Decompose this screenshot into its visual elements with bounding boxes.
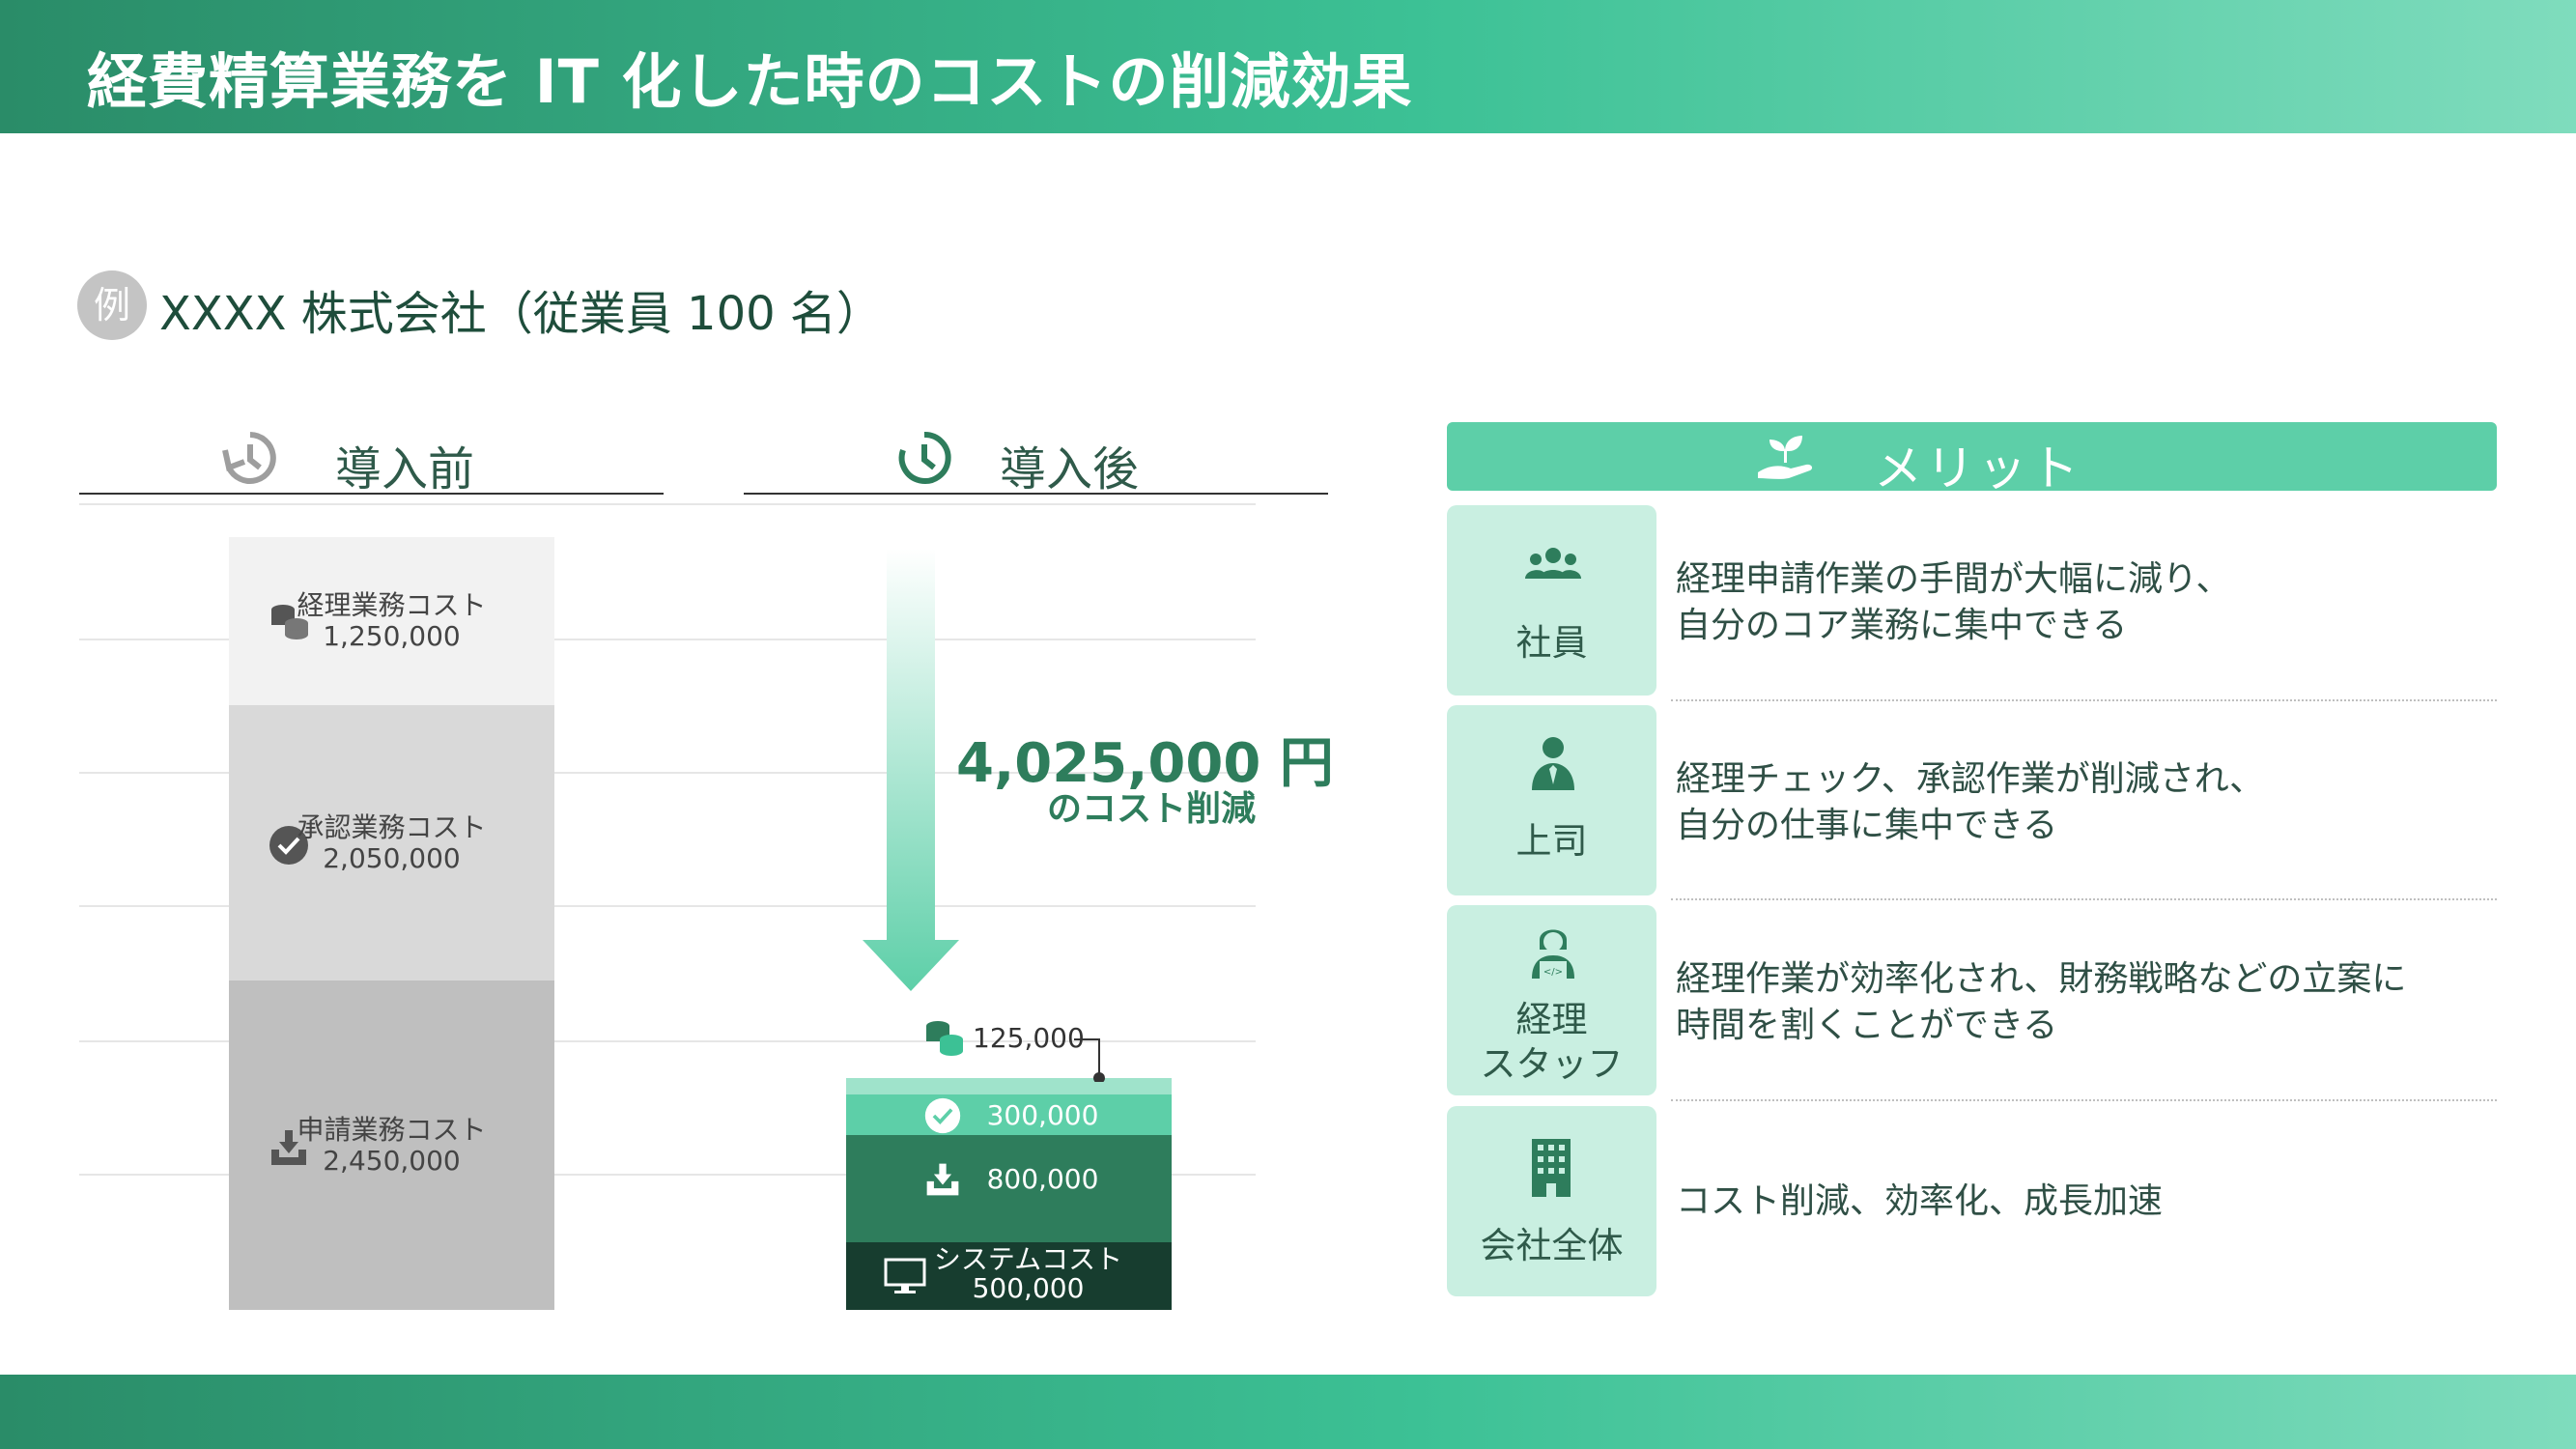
hand-sprout-icon [1758,436,1813,479]
manager-icon [1532,737,1574,790]
coins-icon [926,1021,963,1056]
merit-who: 会社全体 [1480,1225,1624,1266]
merit-card-accounting-staff: </> 経理 スタッフ [1447,905,1656,1095]
segment-value: 2,450,000 [323,1144,461,1177]
group-icon [1525,548,1581,579]
before-segment-accounting: 経理業務コスト 1,250,000 [229,537,554,705]
segment-name: 申請業務コスト [297,1113,487,1146]
segment-value: 500,000 [972,1272,1085,1305]
merit-text-line: 自分のコア業務に集中できる [1676,606,2128,645]
segment-name: 承認業務コスト [297,810,487,843]
after-segment-approval: 300,000 [846,1094,1172,1136]
before-segment-application: 申請業務コスト 2,450,000 [229,980,554,1310]
after-segment-system: システムコスト 500,000 [846,1242,1172,1310]
merit-header-label: メリット [1874,440,2082,497]
merit-who-line: 経理 [1515,999,1588,1040]
segment-label: 承認業務コスト 2,050,000 [229,810,554,874]
merit-text-line: 経理申請作業の手間が大幅に減り、 [1676,559,2231,599]
building-icon [1532,1139,1571,1197]
merit-text: 経理作業が効率化され、財務戦略などの立案に 時間を割くことができる [1676,956,2406,1049]
merit-text: コスト削減、効率化、成長加速 [1676,1179,2163,1225]
reduction-caption: のコスト削減 [1046,789,1256,829]
merit-text-line: 時間を割くことができる [1676,1006,2058,1045]
segment-label: 経理業務コスト 1,250,000 [229,588,554,652]
merit-text-line: 経理チェック、承認作業が削減され、 [1676,759,2265,799]
merit-text-line: 経理作業が効率化され、財務戦略などの立案に [1676,959,2407,999]
merit-text: 経理チェック、承認作業が削減され、 自分の仕事に集中できる [1676,756,2264,849]
merit-divider [1671,699,2497,701]
reduction-arrow [863,549,959,991]
before-segment-approval: 承認業務コスト 2,050,000 [229,704,554,981]
merit-who: 上司 [1515,820,1588,862]
segment-name: システムコスト [933,1243,1123,1276]
segment-label: システムコスト 500,000 [865,1245,1191,1303]
segment-value: 800,000 [986,1163,1099,1196]
svg-text:</>: </> [1543,967,1563,978]
clock-icon [898,431,951,484]
segment-label: 申請業務コスト 2,450,000 [229,1113,554,1177]
merit-card-company: 会社全体 [1447,1106,1656,1296]
callout-value: 125,000 [973,1022,1085,1054]
page-title: 経費精算業務を IT 化した時のコストの削減効果 [87,46,1413,117]
merit-who: 社員 [1515,622,1588,664]
merit-text-line: 自分の仕事に集中できる [1676,806,2058,845]
staff-laptop-icon: </> [1532,929,1574,979]
merit-divider [1671,1099,2497,1101]
example-badge: 例 [77,270,147,340]
history-icon [222,432,276,484]
merit-header: メリット [1447,422,2497,497]
footer-band [0,1375,2576,1449]
segment-name: 経理業務コスト [297,588,487,621]
merit-who-line: スタッフ [1480,1043,1624,1085]
merit-text: 経理申請作業の手間が大幅に減り、 自分のコア業務に集中できる [1676,556,2231,649]
merit-who: 経理 スタッフ [1447,998,1656,1087]
after-segment-application: 800,000 [846,1135,1172,1243]
merit-card-employee: 社員 [1447,505,1656,696]
merit-text-line: コスト削減、効率化、成長加速 [1676,1181,2164,1221]
merit-card-manager: 上司 [1447,705,1656,895]
segment-value: 1,250,000 [323,619,461,652]
company-name: XXXX 株式会社（従業員 100 名） [159,287,883,341]
segment-value: 300,000 [986,1099,1099,1132]
segment-value: 2,050,000 [323,841,461,874]
merit-divider [1671,898,2497,900]
